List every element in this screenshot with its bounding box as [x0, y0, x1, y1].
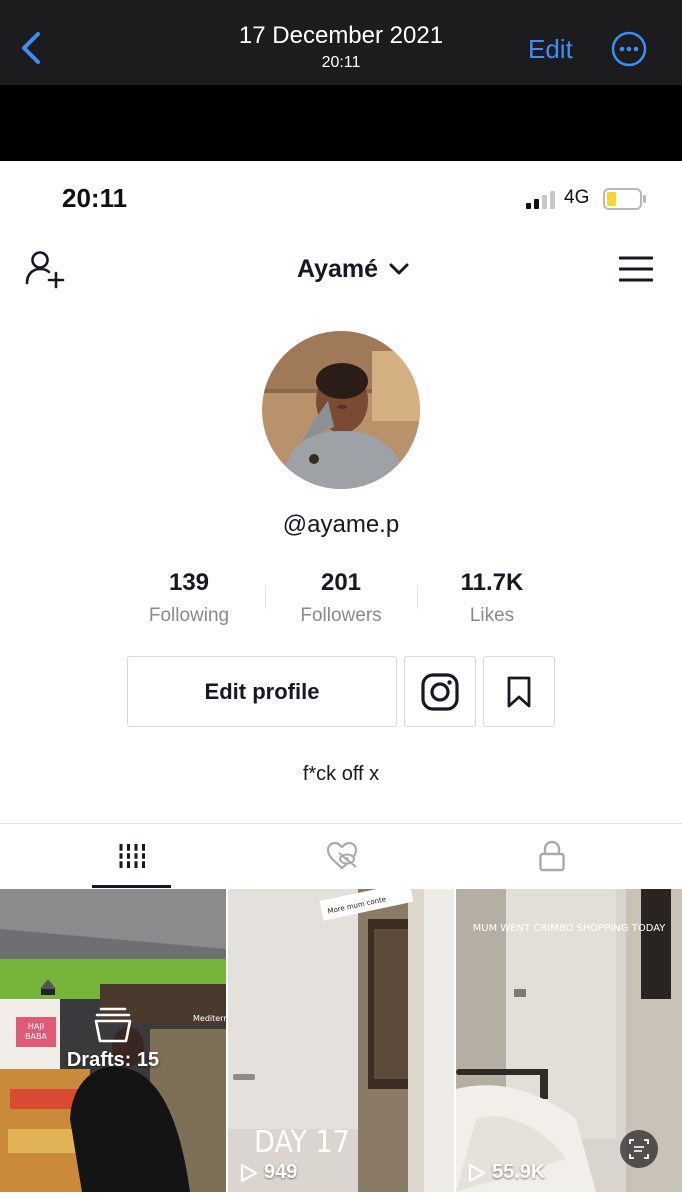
profile-handle: @ayame.p: [282, 511, 400, 538]
more-options-icon[interactable]: [611, 31, 647, 67]
edit-button[interactable]: Edit: [528, 34, 573, 65]
tab-private[interactable]: [438, 824, 665, 888]
following-label: Following: [148, 605, 230, 626]
video-overlay-text: DAY 17: [254, 1125, 350, 1160]
bookmark-icon: [507, 676, 531, 707]
stat-followers[interactable]: 201 Followers: [266, 569, 416, 627]
likes-label: Likes: [469, 605, 515, 626]
battery-icon: [603, 188, 646, 210]
favorites-button[interactable]: [483, 656, 555, 727]
stat-likes[interactable]: 11.7K Likes: [417, 569, 567, 627]
view-count: 949: [240, 1161, 297, 1184]
following-count: 139: [168, 569, 210, 596]
tab-liked[interactable]: [228, 824, 455, 888]
aisle-sign: Mediterrane: [193, 1014, 226, 1023]
video-thumbnail: More mum conte DAY 17: [228, 889, 454, 1192]
edit-profile-label: Edit profile: [204, 678, 320, 704]
network-type: 4G: [564, 187, 590, 208]
profile-bio: f*ck off x: [302, 763, 380, 785]
phone-screenshot: 20:11 4G Ayamé @ayame.p 139 Following 20…: [0, 161, 682, 1200]
stat-following[interactable]: 139 Following: [114, 569, 264, 627]
video-tile[interactable]: More mum conte DAY 17 949: [228, 889, 454, 1192]
tab-videos[interactable]: [18, 824, 245, 888]
play-icon: [468, 1163, 486, 1182]
instagram-button[interactable]: [404, 656, 476, 727]
followers-count: 201: [320, 569, 362, 596]
play-icon: [240, 1163, 258, 1182]
liked-hidden-icon: [326, 841, 357, 870]
drafts-count: Drafts: 15: [66, 1049, 160, 1071]
photo-date: 17 December 2021: [238, 22, 444, 49]
hamburger-menu-icon[interactable]: [619, 256, 653, 282]
status-time: 20:11: [62, 183, 128, 213]
drafts-tile[interactable]: HAJI BABA Mediterrane Drafts: 15: [0, 889, 226, 1192]
video-overlay-text: MUM WENT CRIMBO SHOPPING TODAY: [473, 923, 667, 934]
signal-strength-icon: [526, 191, 555, 209]
letterbox-band: [0, 85, 682, 161]
store-sign-2: BABA: [25, 1032, 47, 1041]
drafts-icon: [94, 1007, 132, 1043]
video-tile[interactable]: MUM WENT CRIMBO SHOPPING TODAY 55.9K: [456, 889, 682, 1192]
lock-icon: [538, 840, 565, 872]
view-count: 55.9K: [468, 1161, 545, 1184]
chevron-down-icon[interactable]: [389, 262, 409, 276]
followers-label: Followers: [300, 605, 382, 626]
add-friend-icon[interactable]: [24, 249, 66, 289]
profile-username[interactable]: Ayamé: [297, 255, 378, 284]
instagram-icon: [421, 672, 459, 711]
scan-icon[interactable]: [620, 1130, 658, 1168]
profile-avatar[interactable]: [262, 331, 420, 489]
active-tab-indicator: [92, 885, 171, 888]
edit-profile-button[interactable]: Edit profile: [127, 656, 397, 727]
store-sign-1: HAJI: [28, 1022, 44, 1031]
photo-viewer-header: 17 December 2021 20:11 Edit: [0, 0, 682, 85]
grid-icon: [117, 844, 146, 868]
view-count-text: 55.9K: [492, 1161, 546, 1183]
video-grid: HAJI BABA Mediterrane Drafts: 15: [0, 889, 682, 1200]
likes-count: 11.7K: [460, 569, 524, 596]
photo-time: 20:11: [321, 54, 361, 71]
view-count-text: 949: [264, 1161, 298, 1183]
